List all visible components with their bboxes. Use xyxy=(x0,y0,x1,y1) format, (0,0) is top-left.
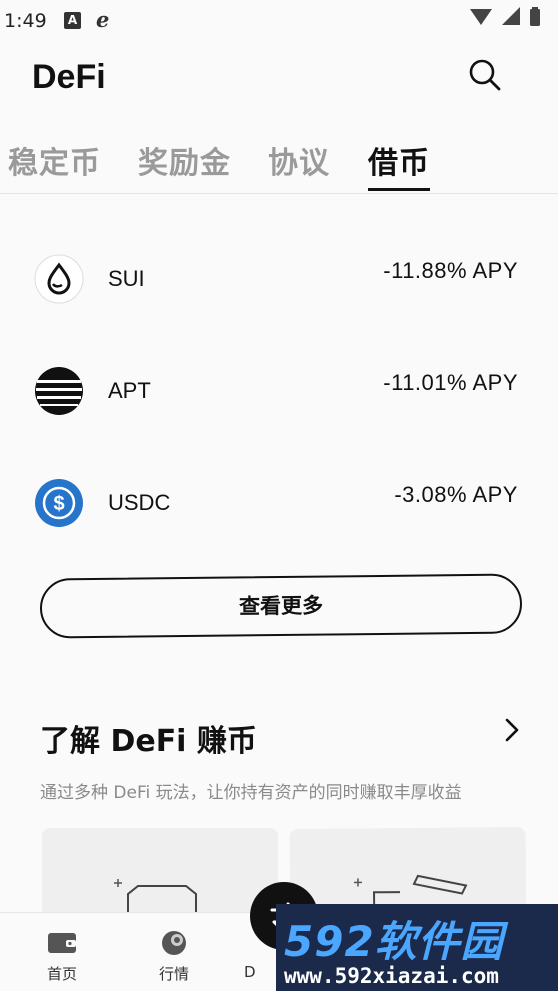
asset-row-usdc[interactable]: $ USDC -3.08% APY xyxy=(0,458,558,548)
nav-label: 行情 xyxy=(158,965,189,983)
browser-icon: ℯ xyxy=(96,8,110,32)
tab-protocol[interactable]: 协议 xyxy=(268,138,330,182)
wallet-icon xyxy=(48,933,76,953)
asset-apy: -11.88% APY xyxy=(383,258,518,283)
learn-section-subtitle: 通过多种 DeFi 玩法，让你持有资产的同时赚取丰厚收益 xyxy=(40,783,462,803)
learn-section-title: 了解 DeFi 赚币 xyxy=(40,724,257,759)
view-more-button[interactable]: 查看更多 xyxy=(39,573,523,639)
asset-name: APT xyxy=(108,378,151,403)
market-icon xyxy=(162,931,186,955)
category-tabs: 稳定币 奖励金 协议 借币 xyxy=(0,128,558,194)
usdc-icon: $ xyxy=(35,479,83,527)
asset-apy: -11.01% APY xyxy=(383,370,518,395)
status-time: 1:49 xyxy=(4,10,47,32)
asset-name: SUI xyxy=(108,266,145,291)
svg-text:$: $ xyxy=(53,493,64,515)
asset-apy: -3.08% APY xyxy=(394,482,518,507)
status-bar: 1:49 A ℯ xyxy=(0,0,558,42)
nav-home[interactable]: 首页 xyxy=(22,913,102,991)
watermark-logo: 592软件园 www.592xiazai.com xyxy=(276,904,558,991)
asset-row-sui[interactable]: SUI -11.88% APY xyxy=(0,234,558,324)
tab-active-indicator xyxy=(368,188,430,191)
nav-label: 首页 xyxy=(46,965,77,983)
chevron-right-icon[interactable] xyxy=(500,716,524,744)
page-title: DeFi xyxy=(32,58,106,96)
asset-row-apt[interactable]: APT -11.01% APY xyxy=(0,346,558,436)
sui-icon xyxy=(34,254,84,304)
signal-battery-icon xyxy=(470,7,540,26)
notification-icon: A xyxy=(64,12,81,29)
search-icon[interactable] xyxy=(466,56,502,92)
nav-market[interactable]: 行情 xyxy=(134,913,214,991)
watermark-url: www.592xiazai.com xyxy=(284,964,499,988)
watermark-brand: 592软件园 xyxy=(284,917,504,966)
tab-borrow[interactable]: 借币 xyxy=(368,138,430,182)
tab-rewards[interactable]: 奖励金 xyxy=(138,138,231,182)
apt-icon xyxy=(35,367,83,415)
tab-stablecoin[interactable]: 稳定币 xyxy=(8,138,101,182)
asset-name: USDC xyxy=(108,490,171,515)
